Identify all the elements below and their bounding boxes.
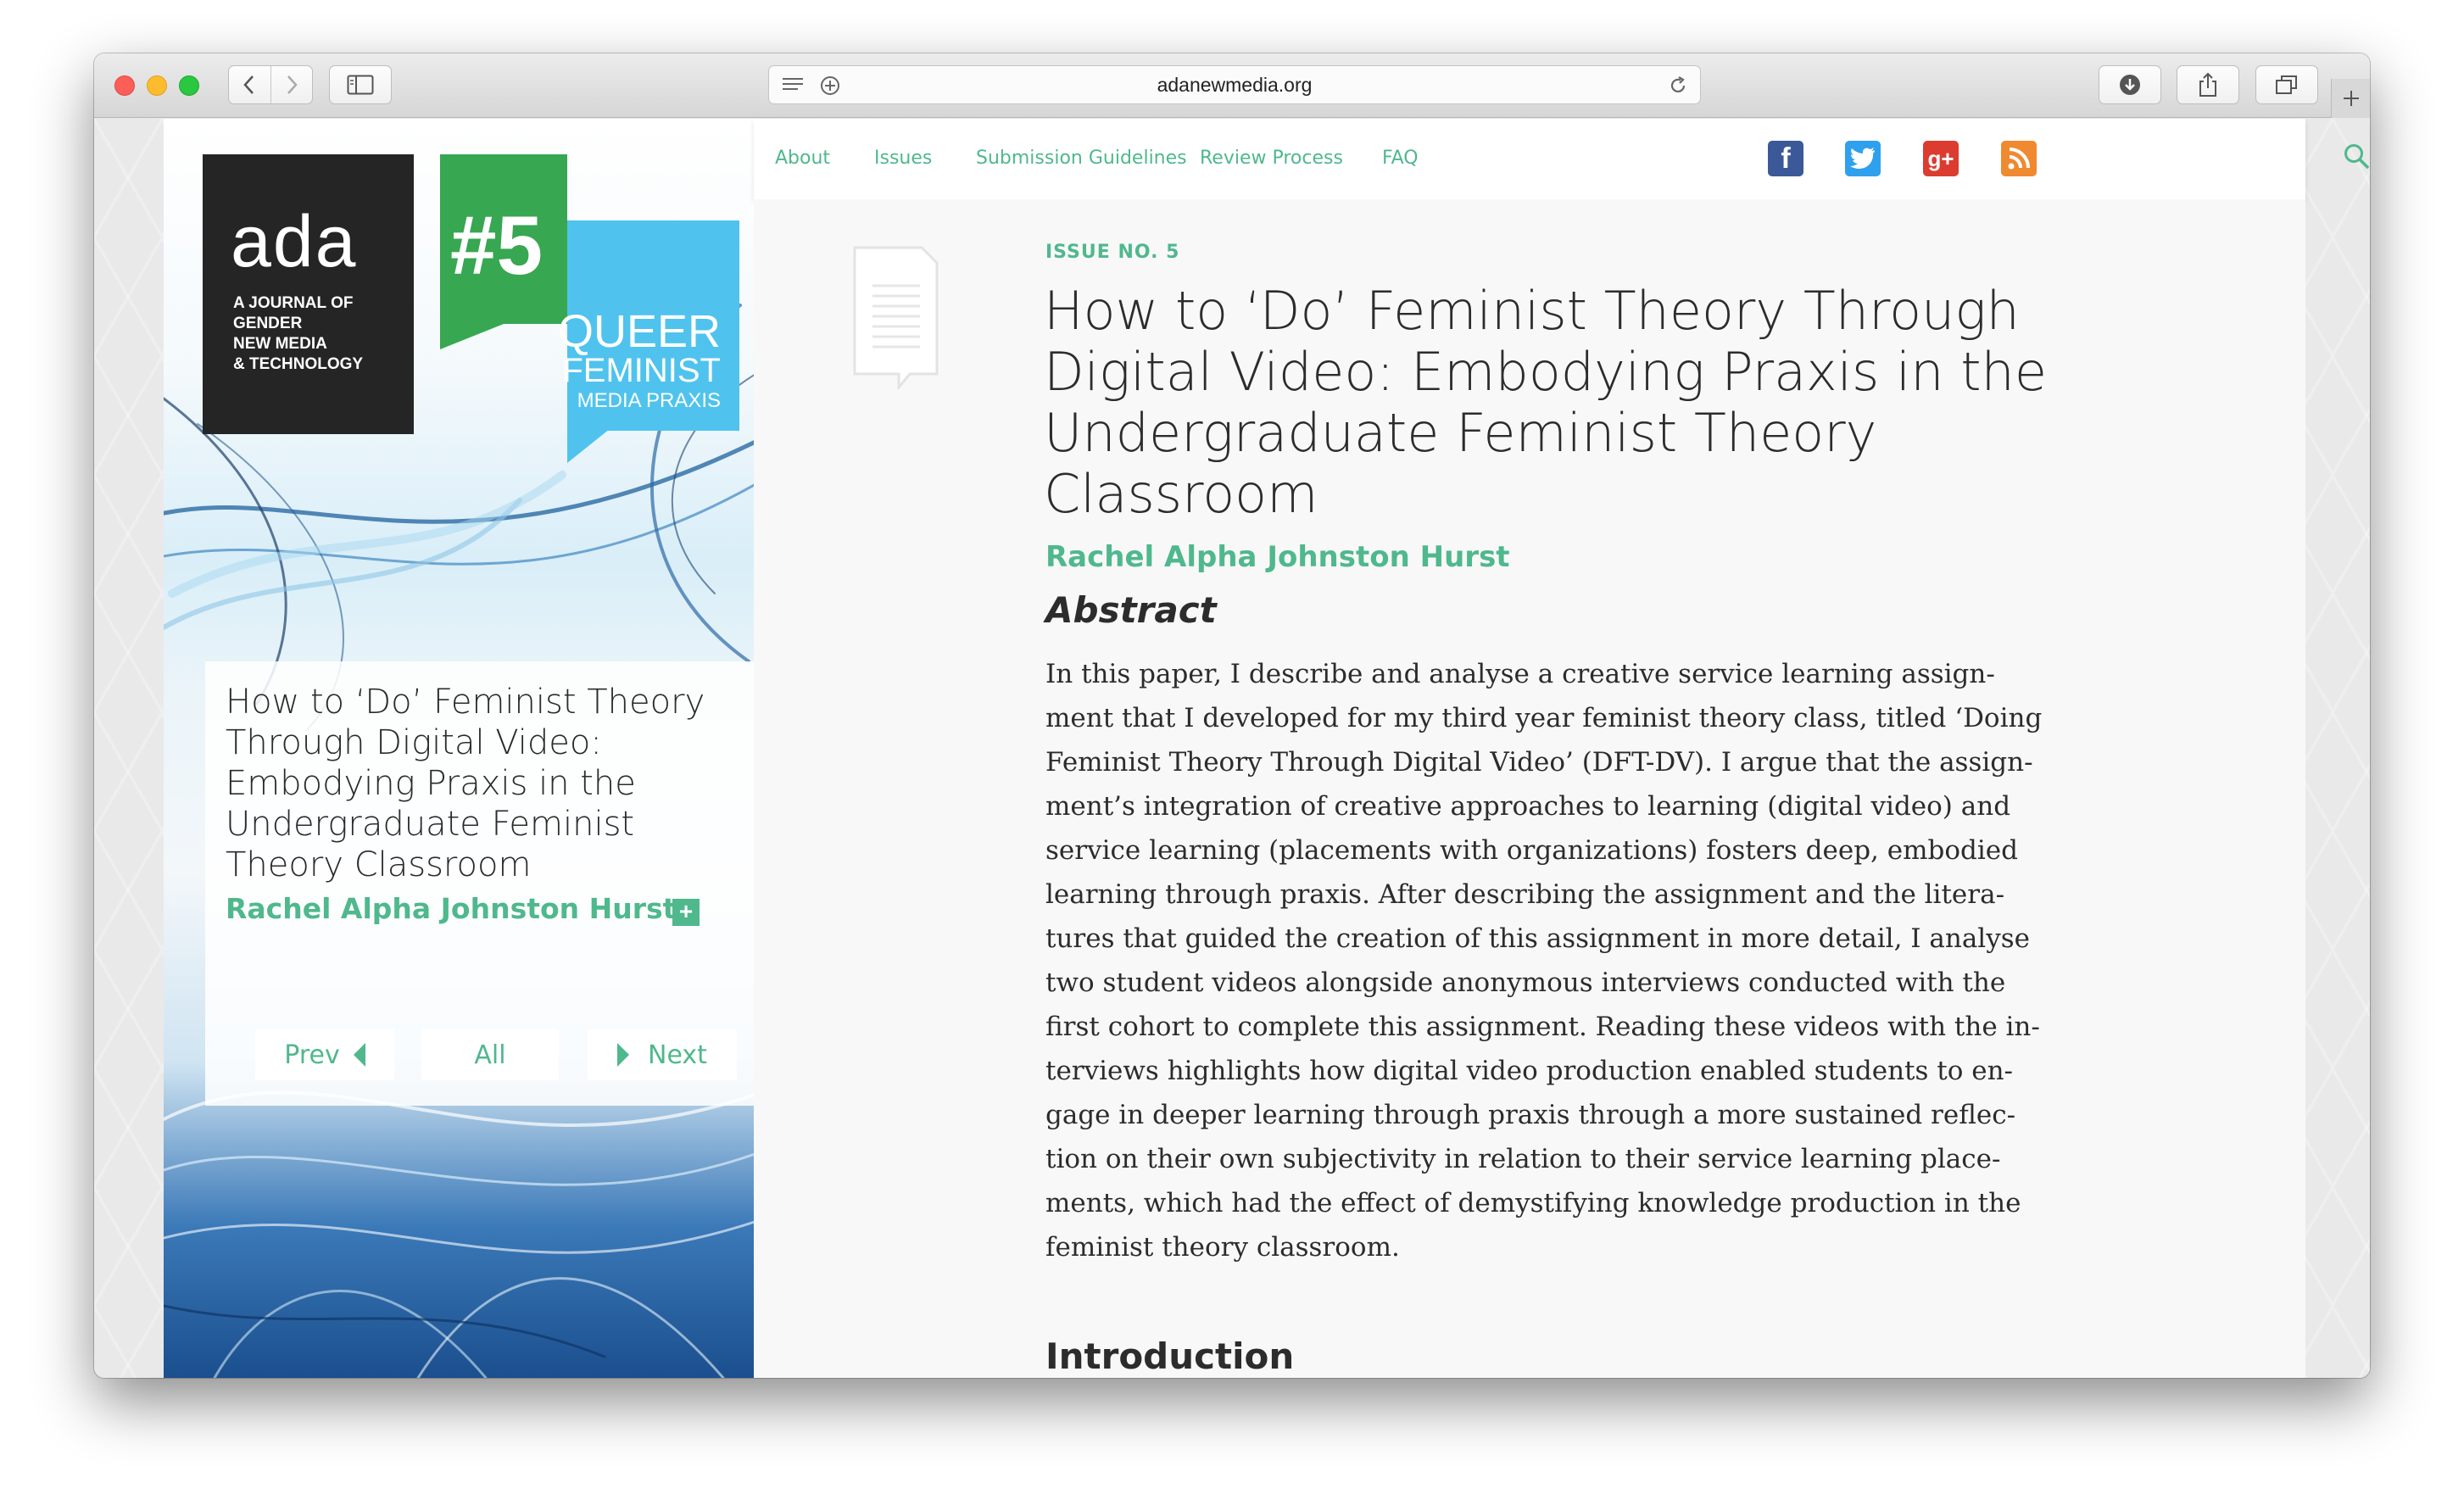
abstract-line: In this paper, I describe and analyse a … <box>1045 659 1995 689</box>
abstract-line: tion on their own subjectivity in relati… <box>1045 1144 2001 1174</box>
nav-issues[interactable]: Issues <box>874 148 932 169</box>
theme-line-feminist: FEMINIST <box>562 352 721 389</box>
address-bar[interactable]: adanewmedia.org <box>768 65 1701 104</box>
abstract-line: tures that guided the creation of this a… <box>1045 923 2030 954</box>
expand-author-button[interactable]: + <box>672 899 700 926</box>
abstract-line: terviews highlights how digital video pr… <box>1045 1056 2014 1086</box>
ada-logo-block[interactable]: ada A JOURNAL OF GENDER NEW MEDIA & TECH… <box>203 154 414 434</box>
prev-label: Prev <box>284 1040 340 1070</box>
issue-cover: ada A JOURNAL OF GENDER NEW MEDIA & TECH… <box>164 119 754 1378</box>
chevron-left-icon <box>243 75 254 94</box>
new-tab-button[interactable] <box>2331 79 2370 118</box>
abstract-line: service learning (placements with organi… <box>1045 835 2018 866</box>
issue-label[interactable]: ISSUE NO. 5 <box>1045 242 1179 263</box>
article-author-link[interactable]: Rachel Alpha Johnston Hurst <box>1045 540 1510 574</box>
close-window-button[interactable] <box>114 75 135 96</box>
caret-left-icon <box>353 1043 365 1067</box>
card-author-link[interactable]: Rachel Alpha Johnston Hurst <box>226 892 676 925</box>
blue-speech-tail <box>567 429 610 463</box>
next-label: Next <box>648 1040 707 1070</box>
abstract-line: first cohort to complete this assignment… <box>1045 1012 2040 1042</box>
issue-number: #5 <box>450 198 544 292</box>
abstract-line: ment’s integration of creative approache… <box>1045 791 2011 822</box>
theme-line-media-praxis: MEDIA PRAXIS <box>577 389 721 412</box>
document-icon <box>853 246 939 389</box>
abstract-line: Feminist Theory Through Digital Video’ (… <box>1045 747 2033 778</box>
rss-glyph <box>2008 148 2030 170</box>
chevron-right-icon <box>287 75 298 94</box>
share-icon <box>2199 72 2216 97</box>
downloads-button[interactable] <box>2099 65 2161 104</box>
minimize-window-button[interactable] <box>147 75 167 96</box>
history-nav <box>228 65 313 104</box>
tabs-overview-button[interactable] <box>2255 65 2318 104</box>
back-button[interactable] <box>229 66 270 103</box>
twitter-bird-glyph <box>1850 148 1875 170</box>
article-title: How to ‘Do’ Feminist Theory Through Digi… <box>1044 280 2047 525</box>
browser-toolbar: adanewmedia.org <box>94 53 2370 118</box>
tagline-line: & TECHNOLOGY <box>233 355 364 373</box>
next-article-button[interactable]: Next <box>588 1029 737 1080</box>
site-nav: About Issues Submission Guidelines Revie… <box>754 119 2370 199</box>
download-icon <box>2120 75 2140 95</box>
nav-faq[interactable]: FAQ <box>1382 148 1419 169</box>
abstract-line: learning through praxis. After describin… <box>1045 879 2005 910</box>
forward-button[interactable] <box>270 66 312 103</box>
abstract-line: two student videos alongside anonymous i… <box>1045 967 2006 998</box>
url-text: adanewmedia.org <box>1157 74 1313 96</box>
sidebar-toggle-button[interactable] <box>329 65 392 104</box>
abstract-line: ments, which had the effect of demystify… <box>1045 1188 2021 1218</box>
facebook-glyph: f <box>1781 142 1791 175</box>
theme-line-queer: QUEER <box>557 306 721 357</box>
search-icon[interactable] <box>2343 142 2370 171</box>
ada-logo: ada <box>231 201 358 282</box>
abstract-line: ment that I developed for my third year … <box>1045 703 2043 733</box>
rss-icon[interactable] <box>2001 141 2037 176</box>
sidebar-icon <box>347 75 374 95</box>
zoom-window-button[interactable] <box>179 75 199 96</box>
tagline-line: GENDER <box>233 315 303 332</box>
tagline-line: NEW MEDIA <box>233 335 327 353</box>
share-button[interactable] <box>2177 65 2239 104</box>
card-article-title: How to ‘Do’ Feminist Theory Through Digi… <box>226 683 705 884</box>
nav-submission-guidelines[interactable]: Submission Guidelines <box>976 148 1187 169</box>
issue-number-block: #5 <box>440 154 567 324</box>
web-page: ada A JOURNAL OF GENDER NEW MEDIA & TECH… <box>94 119 2370 1378</box>
abstract-line: feminist theory classroom. <box>1045 1232 1400 1263</box>
caret-right-icon <box>617 1043 630 1067</box>
green-speech-tail <box>440 322 508 349</box>
prev-article-button[interactable]: Prev <box>255 1029 394 1080</box>
article-main: ISSUE NO. 5 How to ‘Do’ Feminist Theory … <box>754 199 2305 1378</box>
journal-tagline: A JOURNAL OF GENDER NEW MEDIA & TECHNOLO… <box>233 293 363 375</box>
reload-icon[interactable] <box>1668 75 1688 96</box>
all-label: All <box>474 1040 506 1070</box>
google-plus-icon[interactable]: g+ <box>1923 141 1959 176</box>
nav-review-process[interactable]: Review Process <box>1200 148 1343 169</box>
plus-icon <box>2343 91 2359 106</box>
abstract-heading: Abstract <box>1045 589 1217 631</box>
browser-window: adanewmedia.org ada A JOURNAL OF GENDER … <box>94 53 2370 1378</box>
tabs-icon <box>2276 75 2297 94</box>
all-articles-button[interactable]: All <box>421 1029 559 1080</box>
google-plus-glyph: g+ <box>1927 145 1954 171</box>
issue-theme-block: QUEER FEMINIST MEDIA PRAXIS <box>558 220 739 431</box>
nav-about[interactable]: About <box>775 148 830 169</box>
introduction-heading: Introduction <box>1045 1335 1295 1377</box>
abstract-text: In this paper, I describe and analyse a … <box>1045 652 2043 1269</box>
twitter-icon[interactable] <box>1845 141 1881 176</box>
article-card: How to ‘Do’ Feminist Theory Through Digi… <box>205 661 754 1106</box>
abstract-line: gage in deeper learning through praxis t… <box>1045 1100 2016 1130</box>
tagline-line: A JOURNAL OF <box>233 294 354 312</box>
facebook-icon[interactable]: f <box>1768 141 1803 176</box>
